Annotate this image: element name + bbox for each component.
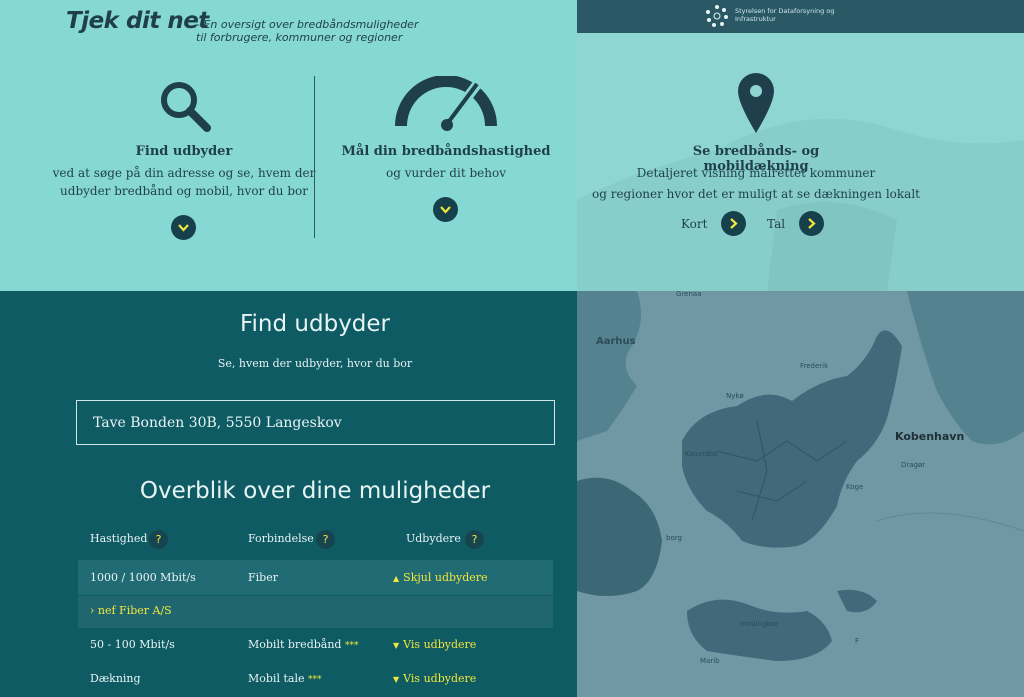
- tagline: - En oversigt over bredbåndsmuligheder t…: [196, 18, 419, 44]
- chevron-right-icon: [730, 218, 738, 229]
- map-label: Koge: [846, 483, 864, 491]
- feature-coverage-line1: Detaljeret visning målrettet kommuner: [636, 166, 876, 180]
- map-label: Vordingbor: [740, 620, 779, 628]
- header-speed: Hastighed: [90, 532, 148, 545]
- address-search-input[interactable]: Tave Bonden 30B, 5550 Langeskov: [76, 400, 555, 445]
- map-label: Aarhus: [596, 336, 636, 347]
- caret-down-icon: ▼: [393, 675, 400, 684]
- tal-label: Tal: [767, 217, 786, 231]
- map-label: Grenaa: [676, 290, 702, 298]
- speedometer-icon: [393, 75, 499, 138]
- help-providers-button[interactable]: ?: [465, 530, 484, 549]
- hide-providers-label: Skjul udbydere: [403, 571, 488, 584]
- show-providers-link[interactable]: ▼ Vis udbydere: [393, 638, 476, 651]
- help-speed-button[interactable]: ?: [149, 530, 168, 549]
- kort-label: Kort: [681, 217, 708, 231]
- hide-providers-link[interactable]: ▲ Skjul udbydere: [393, 571, 488, 584]
- feature-find-line1: ved at søge på din adresse og se, hvem d…: [52, 166, 316, 180]
- map-label: F: [855, 637, 860, 645]
- logo[interactable]: Tjek dit net: [66, 8, 209, 34]
- help-connection-button[interactable]: ?: [316, 530, 335, 549]
- connection-label: Mobil tale: [248, 672, 305, 685]
- connection-label: Mobilt bredbånd: [248, 638, 342, 651]
- provider-link[interactable]: › nef Fiber A/S: [90, 604, 172, 617]
- row-connection: Mobilt bredbånd ***: [248, 638, 358, 651]
- feature-find-line2: udbyder bredbånd og mobil, hvor du bor: [60, 184, 308, 198]
- caret-up-icon: ▲: [393, 574, 400, 583]
- row-speed: Dækning: [90, 672, 141, 685]
- chevron-right-icon: [808, 218, 816, 229]
- show-providers-link[interactable]: ▼ Vis udbydere: [393, 672, 476, 685]
- map-label: Frederik: [800, 362, 829, 370]
- agency-logo-icon: [705, 4, 729, 32]
- chevron-down-icon: [440, 206, 451, 214]
- agency-name: Styrelsen for Dataforsyning og Infrastru…: [735, 7, 835, 23]
- chevron-down-icon: [178, 224, 189, 232]
- feature-speed-title: Mål din bredbåndshastighed: [341, 144, 551, 159]
- map-label: Marib: [700, 657, 720, 665]
- row-speed: 50 - 100 Mbit/s: [90, 638, 175, 651]
- row-speed: 1000 / 1000 Mbit/s: [90, 571, 196, 584]
- finder-subtitle: Se, hvem der udbyder, hvor du bor: [217, 357, 413, 370]
- kort-button[interactable]: [721, 211, 746, 236]
- map-label: Nykø: [726, 392, 744, 400]
- feature-speed-sub: og vurder dit behov: [386, 166, 506, 180]
- speed-expand-button[interactable]: [433, 197, 458, 222]
- feature-coverage-line2: og regioner hvor det er muligt at se dæk…: [591, 187, 920, 201]
- map-label: Dragør: [901, 461, 926, 469]
- find-expand-button[interactable]: [171, 215, 196, 240]
- tal-button[interactable]: [799, 211, 824, 236]
- header-providers: Udbydere: [406, 532, 461, 545]
- rating-stars: ***: [307, 675, 322, 685]
- search-icon: [157, 78, 212, 137]
- show-providers-label: Vis udbydere: [403, 638, 477, 651]
- rating-stars: ***: [344, 641, 359, 651]
- coverage-map[interactable]: [577, 291, 1024, 697]
- feature-divider: [314, 76, 315, 238]
- caret-down-icon: ▼: [393, 641, 400, 650]
- map-label: Kalundbo: [685, 450, 718, 458]
- city-label-kobenhavn: Kobenhavn: [895, 430, 965, 443]
- map-pin-icon: [737, 73, 775, 137]
- map-label: borg: [666, 534, 682, 542]
- header-connection: Forbindelse: [248, 532, 314, 545]
- row-connection: Mobil tale ***: [248, 672, 321, 685]
- finder-title: Find udbyder: [239, 311, 391, 337]
- overview-title: Overblik over dine muligheder: [139, 478, 491, 504]
- row-connection: Fiber: [248, 571, 278, 584]
- feature-find-title: Find udbyder: [135, 144, 233, 159]
- show-providers-label: Vis udbydere: [403, 672, 477, 685]
